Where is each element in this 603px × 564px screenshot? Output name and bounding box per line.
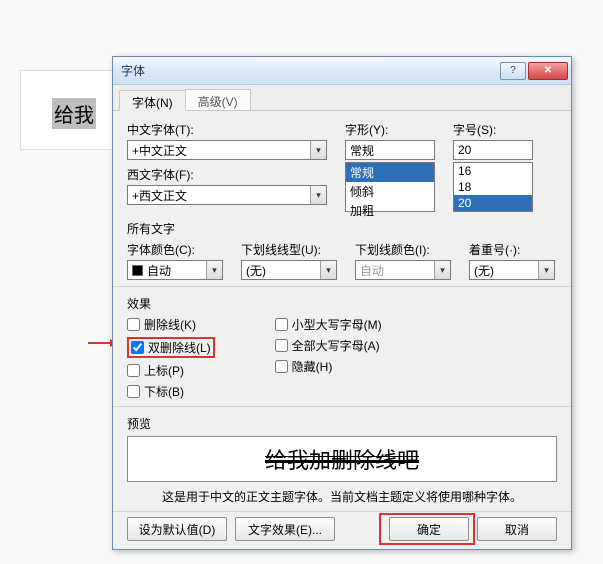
label-size: 字号(S):: [453, 121, 533, 138]
chevron-down-icon[interactable]: [310, 186, 326, 204]
underline-color-combo: 自动: [355, 260, 451, 280]
label-underline-type: 下划线线型(U):: [241, 241, 337, 258]
tab-advanced[interactable]: 高级(V): [185, 89, 251, 110]
checkbox-allcaps-label: 全部大写字母(A): [292, 337, 380, 354]
size-list[interactable]: 16 18 20: [453, 162, 533, 212]
checkbox-superscript-label: 上标(P): [144, 362, 184, 379]
chevron-down-icon[interactable]: [538, 261, 554, 279]
label-preview: 预览: [127, 415, 557, 432]
style-input-value: 常规: [350, 142, 374, 159]
checkbox-superscript[interactable]: 上标(P): [127, 362, 215, 379]
effects-left-col: 删除线(K) 双删除线(L) 上标(P) 下标(B): [127, 316, 215, 400]
chevron-down-icon[interactable]: [206, 261, 222, 279]
font-color-value: 自动: [147, 262, 171, 279]
document-selected-text: 给我: [52, 98, 96, 129]
checkbox-smallcaps[interactable]: 小型大写字母(M): [275, 316, 382, 333]
checkbox-allcaps-input[interactable]: [275, 339, 288, 352]
checkbox-double-strike-label: 双删除线(L): [148, 339, 211, 356]
label-en-font: 西文字体(F):: [127, 166, 327, 183]
cn-font-value: +中文正文: [132, 142, 187, 159]
style-item-bold[interactable]: 加粗: [346, 201, 434, 220]
label-underline-color: 下划线颜色(I):: [355, 241, 451, 258]
close-button[interactable]: ✕: [528, 62, 568, 80]
checkbox-smallcaps-input[interactable]: [275, 318, 288, 331]
underline-type-value: (无): [246, 262, 266, 279]
color-chip-icon: [132, 265, 143, 276]
label-emphasis: 着重号(·):: [469, 241, 555, 258]
dialog-title: 字体: [121, 62, 498, 79]
checkbox-superscript-input[interactable]: [127, 364, 140, 377]
cancel-button[interactable]: 取消: [477, 517, 557, 541]
label-style: 字形(Y):: [345, 121, 435, 138]
chevron-down-icon[interactable]: [310, 141, 326, 159]
checkbox-subscript[interactable]: 下标(B): [127, 383, 215, 400]
size-input[interactable]: 20: [453, 140, 533, 160]
label-effects: 效果: [127, 295, 557, 312]
titlebar[interactable]: 字体 ? ✕: [113, 57, 571, 85]
size-item-16[interactable]: 16: [454, 163, 532, 179]
style-list[interactable]: 常规 倾斜 加粗: [345, 162, 435, 212]
preview-text: 给我加删除线吧: [265, 443, 419, 475]
separator: [113, 406, 571, 407]
emphasis-combo[interactable]: (无): [469, 260, 555, 280]
button-row: 设为默认值(D) 文字效果(E)... 确定 取消: [113, 517, 571, 541]
ok-button[interactable]: 确定: [389, 517, 469, 541]
chevron-down-icon[interactable]: [320, 261, 336, 279]
style-item-regular[interactable]: 常规: [346, 163, 434, 182]
font-dialog: 字体 ? ✕ 字体(N) 高级(V) 中文字体(T): +中文正文 西文字体(F…: [112, 56, 572, 550]
checkbox-subscript-label: 下标(B): [144, 383, 184, 400]
checkbox-strike-input[interactable]: [127, 318, 140, 331]
size-item-18[interactable]: 18: [454, 179, 532, 195]
checkbox-strike[interactable]: 删除线(K): [127, 316, 215, 333]
effects-right-col: 小型大写字母(M) 全部大写字母(A) 隐藏(H): [275, 316, 382, 400]
style-input[interactable]: 常规: [345, 140, 435, 160]
separator: [113, 286, 571, 287]
checkbox-hidden[interactable]: 隐藏(H): [275, 358, 382, 375]
preview-hint: 这是用于中文的正文主题字体。当前文档主题定义将使用哪种字体。: [127, 488, 557, 505]
emphasis-value: (无): [474, 262, 494, 279]
dialog-body: 中文字体(T): +中文正文 西文字体(F): +西文正文 字形(Y): 常规 …: [113, 111, 571, 526]
checkbox-strike-label: 删除线(K): [144, 316, 196, 333]
checkbox-double-strike[interactable]: 双删除线(L): [131, 339, 211, 356]
checkbox-hidden-input[interactable]: [275, 360, 288, 373]
size-item-20[interactable]: 20: [454, 195, 532, 211]
style-item-italic[interactable]: 倾斜: [346, 182, 434, 201]
tab-font[interactable]: 字体(N): [119, 90, 186, 111]
font-color-combo[interactable]: 自动: [127, 260, 223, 280]
tabstrip: 字体(N) 高级(V): [113, 85, 571, 111]
label-font-color: 字体颜色(C):: [127, 241, 223, 258]
en-font-value: +西文正文: [132, 187, 187, 204]
checkbox-hidden-label: 隐藏(H): [292, 358, 333, 375]
cn-font-combo[interactable]: +中文正文: [127, 140, 327, 160]
help-button[interactable]: ?: [500, 62, 526, 80]
underline-type-combo[interactable]: (无): [241, 260, 337, 280]
checkbox-allcaps[interactable]: 全部大写字母(A): [275, 337, 382, 354]
separator: [113, 511, 571, 512]
preview-box: 给我加删除线吧: [127, 436, 557, 482]
underline-color-value: 自动: [360, 262, 384, 279]
text-effects-button[interactable]: 文字效果(E)...: [235, 517, 335, 541]
label-all-text: 所有文字: [127, 220, 557, 237]
checkbox-smallcaps-label: 小型大写字母(M): [292, 316, 382, 333]
annotation-highlight-double-strike: 双删除线(L): [127, 337, 215, 358]
checkbox-double-strike-input[interactable]: [131, 341, 144, 354]
checkbox-subscript-input[interactable]: [127, 385, 140, 398]
chevron-down-icon: [434, 261, 450, 279]
label-cn-font: 中文字体(T):: [127, 121, 327, 138]
size-input-value: 20: [458, 143, 471, 157]
set-default-button[interactable]: 设为默认值(D): [127, 517, 227, 541]
en-font-combo[interactable]: +西文正文: [127, 185, 327, 205]
